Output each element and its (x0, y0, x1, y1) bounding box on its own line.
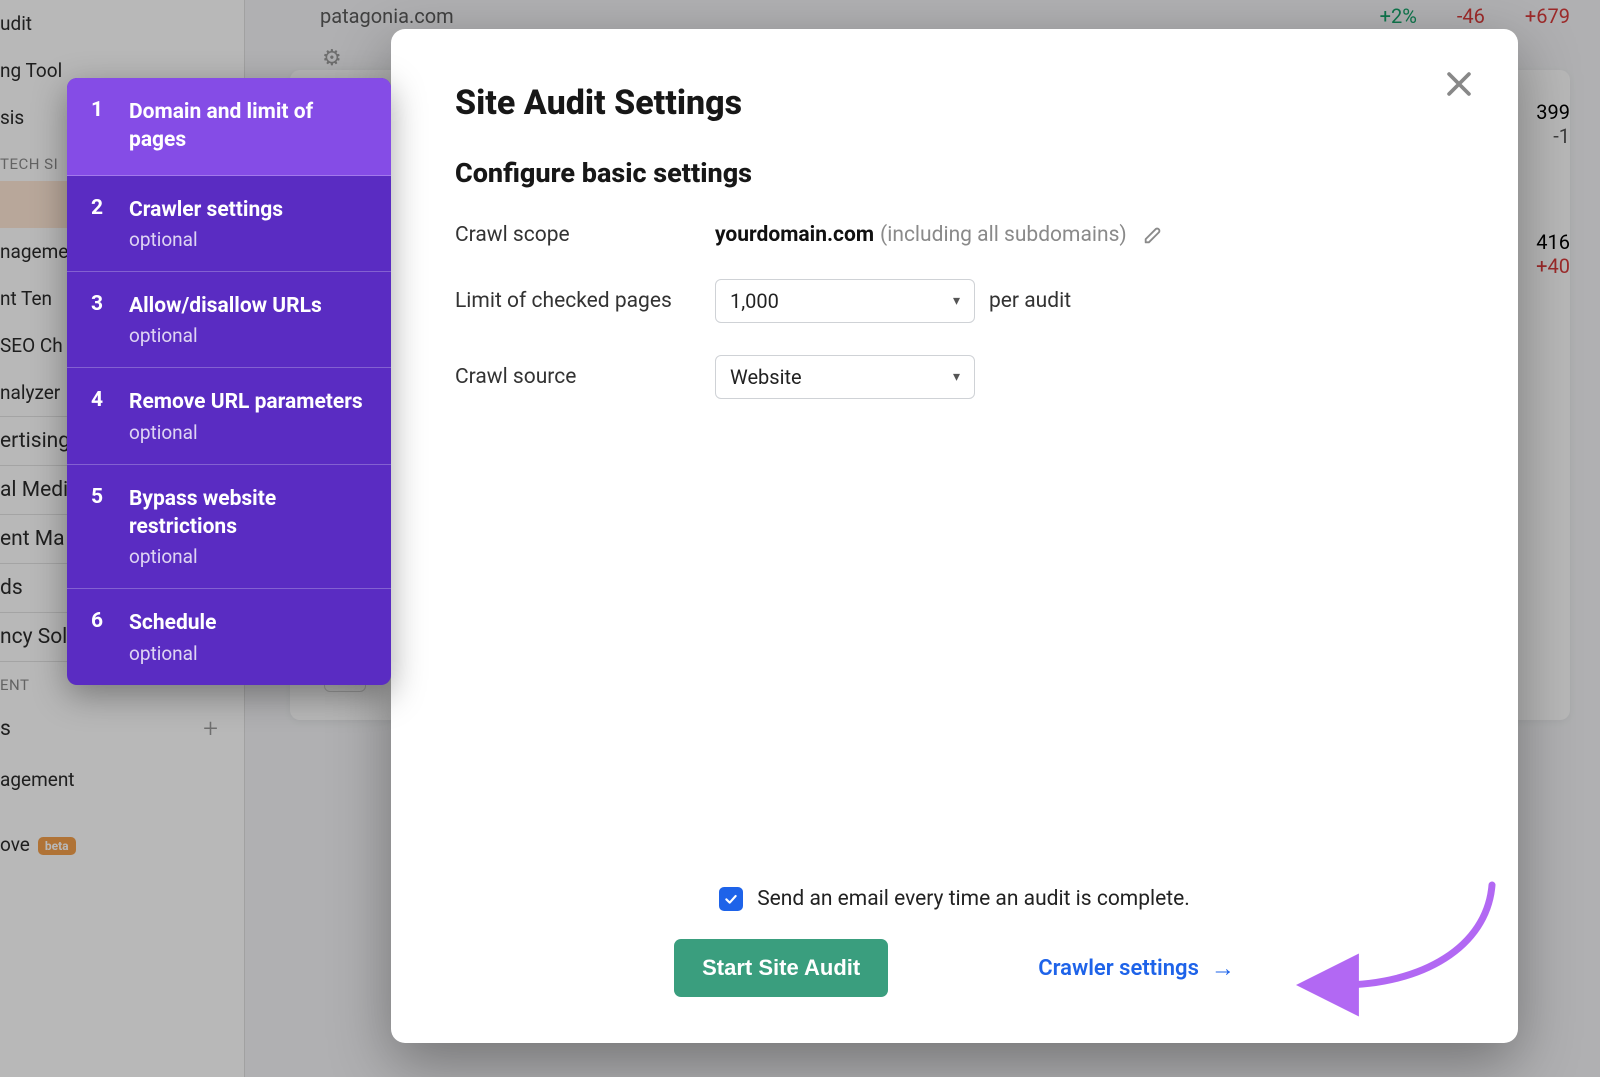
gear-icon: ⚙ (322, 46, 342, 71)
nav-item: agement (0, 756, 244, 803)
step-crawler-settings[interactable]: 2 Crawler settingsoptional (67, 176, 391, 272)
nav-item: s+ (0, 702, 244, 756)
close-icon (1442, 67, 1476, 101)
step-schedule[interactable]: 6 Scheduleoptional (67, 589, 391, 684)
arrow-right-icon: → (1211, 954, 1235, 983)
email-notify-row: Send an email every time an audit is com… (455, 887, 1454, 911)
limit-pages-label: Limit of checked pages (455, 289, 715, 313)
limit-pages-select[interactable]: 1,000 ▾ (715, 279, 975, 323)
plus-icon: + (203, 714, 218, 744)
crawl-source-label: Crawl source (455, 365, 715, 389)
settings-stepper: 1 Domain and limit of pages 2 Crawler se… (67, 78, 391, 685)
modal-subtitle: Configure basic settings (455, 157, 1454, 189)
site-audit-settings-modal: Site Audit Settings Configure basic sett… (391, 29, 1518, 1043)
edit-crawl-scope-button[interactable] (1142, 224, 1164, 246)
crawl-source-select[interactable]: Website ▾ (715, 355, 975, 399)
check-icon (723, 891, 739, 907)
step-domain-limit[interactable]: 1 Domain and limit of pages (67, 78, 391, 176)
close-button[interactable] (1442, 67, 1476, 101)
bg-metrics-3: 416 +40 (1536, 230, 1570, 278)
modal-title: Site Audit Settings (455, 83, 1454, 123)
bg-domain-row: patagonia.com (320, 4, 454, 28)
email-notify-checkbox[interactable] (719, 887, 743, 911)
pencil-icon (1142, 224, 1164, 246)
field-limit-pages: Limit of checked pages 1,000 ▾ per audit (455, 279, 1454, 323)
step-remove-url-parameters[interactable]: 4 Remove URL parametersoptional (67, 368, 391, 464)
per-audit-label: per audit (989, 289, 1071, 313)
step-allow-disallow-urls[interactable]: 3 Allow/disallow URLsoptional (67, 272, 391, 368)
bg-metrics-2: 399 -1 (1536, 100, 1570, 148)
step-bypass-restrictions[interactable]: 5 Bypass website restrictionsoptional (67, 465, 391, 590)
modal-footer: Send an email every time an audit is com… (455, 887, 1454, 997)
beta-badge: beta (38, 837, 76, 855)
chevron-down-icon: ▾ (953, 369, 960, 385)
crawler-settings-link[interactable]: Crawler settings → (1038, 954, 1235, 983)
field-crawl-source: Crawl source Website ▾ (455, 355, 1454, 399)
start-site-audit-button[interactable]: Start Site Audit (674, 939, 888, 997)
email-notify-label: Send an email every time an audit is com… (757, 887, 1190, 911)
crawl-scope-value: yourdomain.com(including all subdomains) (715, 223, 1164, 247)
nav-item: udit (0, 0, 244, 47)
nav-item: ovebeta (0, 821, 244, 868)
modal-actions: Start Site Audit Crawler settings → (455, 939, 1454, 997)
bg-metrics-top: +2% -46 +679 (1380, 4, 1570, 28)
crawl-scope-label: Crawl scope (455, 223, 715, 247)
field-crawl-scope: Crawl scope yourdomain.com(including all… (455, 223, 1454, 247)
chevron-down-icon: ▾ (953, 293, 960, 309)
